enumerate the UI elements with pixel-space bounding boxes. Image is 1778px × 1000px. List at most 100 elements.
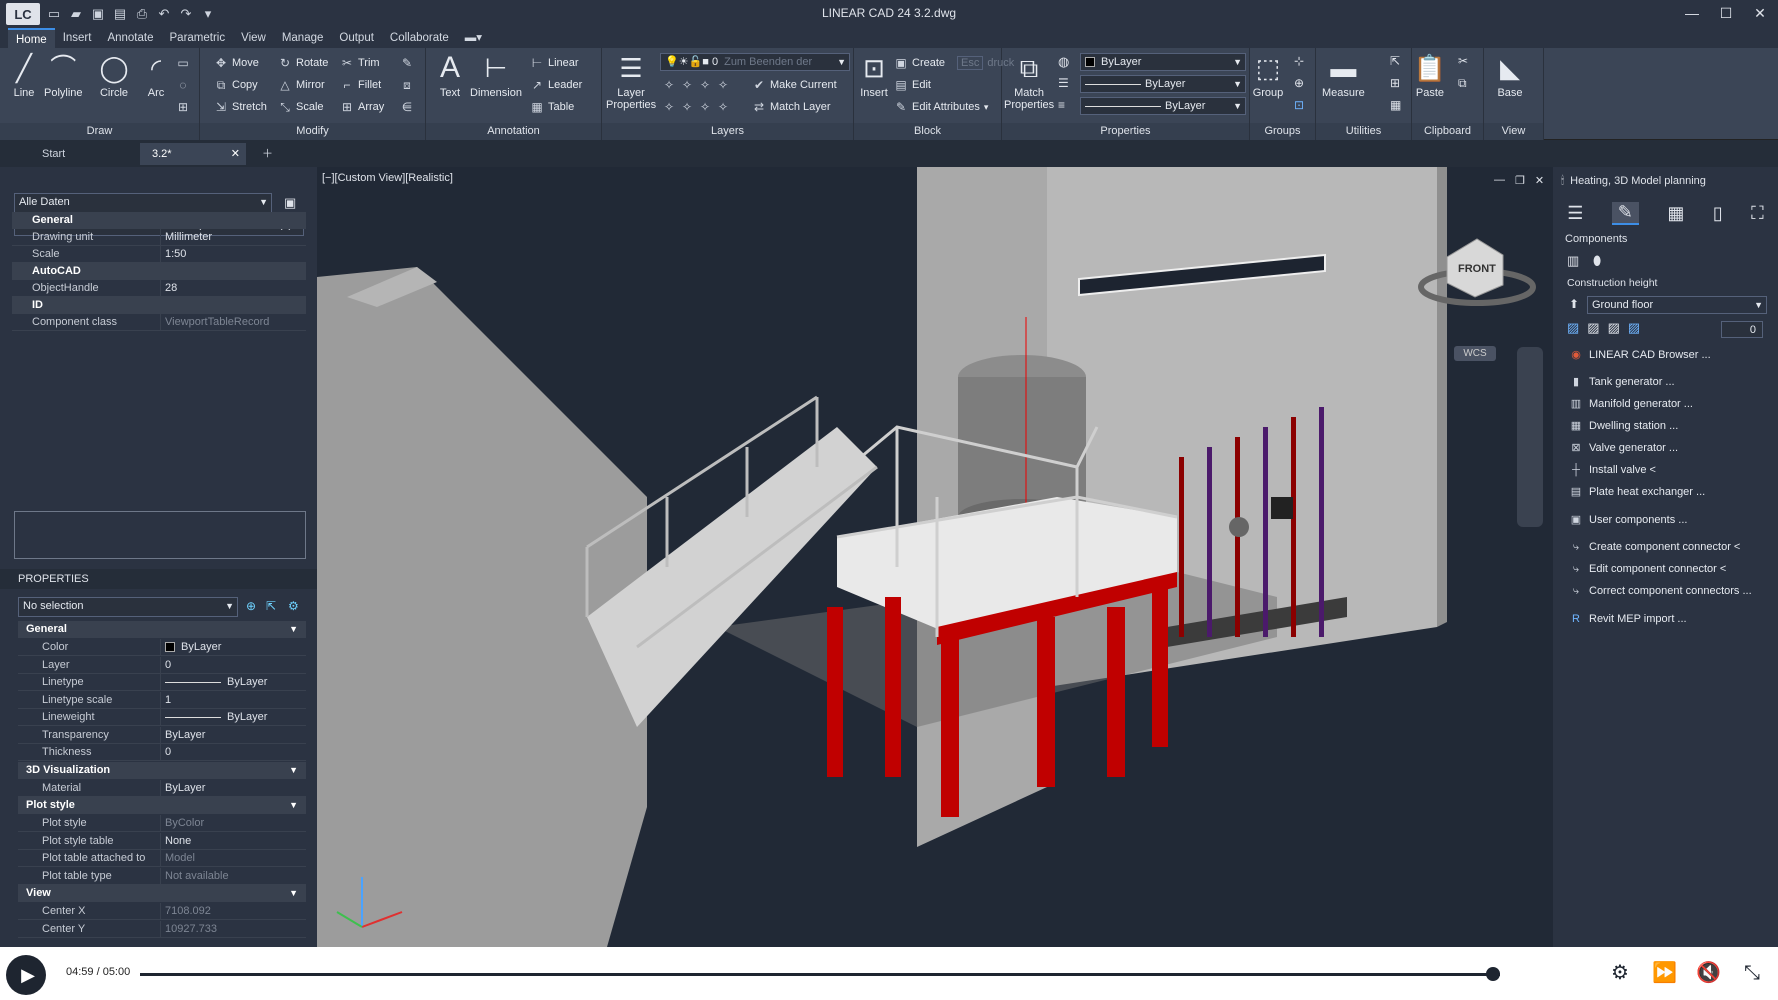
tab-home[interactable]: Home — [8, 28, 55, 48]
menu-icon[interactable]: ☰ — [1567, 203, 1583, 224]
base-button[interactable]: ◣ Base — [1494, 52, 1526, 99]
property-section-header[interactable]: AutoCAD — [12, 263, 306, 280]
group-select-icon[interactable]: ⊡ — [1294, 98, 1304, 112]
property-section-header[interactable]: 3D Visualization ▼ — [18, 761, 306, 779]
component-tool-item[interactable]: ▥ Manifold generator ... — [1569, 394, 1693, 414]
hatch-2-icon[interactable]: ▨ — [1587, 320, 1599, 336]
toggle-pickadd-icon[interactable]: ⊕ — [246, 599, 256, 613]
close-tab-icon[interactable]: ✕ — [231, 143, 240, 165]
rotate-button[interactable]: ↻ Rotate — [278, 54, 328, 72]
insert-button[interactable]: ⊡ Insert — [858, 52, 890, 99]
property-value[interactable]: 1:50 — [160, 246, 306, 263]
component-tool-item[interactable]: ▮ Tank generator ... — [1569, 372, 1675, 392]
edit-pencil-icon[interactable]: ✎ — [1611, 201, 1639, 225]
modify-panel-title[interactable]: Modify — [200, 123, 425, 140]
minimize-icon[interactable]: — — [1682, 3, 1702, 23]
property-value[interactable]: 0 — [160, 656, 306, 674]
table-button[interactable]: ▦ Table — [530, 98, 574, 116]
text-button[interactable]: A Text — [434, 52, 466, 100]
property-value[interactable]: ByColor — [160, 815, 306, 832]
property-value[interactable]: 1 — [160, 691, 306, 709]
quick-select-icon[interactable]: ⇱ — [1390, 54, 1400, 68]
linetype-combo[interactable]: ByLayer ▼ — [1080, 75, 1246, 93]
create-block-button[interactable]: ▣ Create Esc druck — [894, 54, 1014, 72]
component-tool-item[interactable]: ▤ Plate heat exchanger ... — [1569, 482, 1705, 502]
property-value[interactable]: None — [160, 832, 306, 850]
edit-attributes-button[interactable]: ✎ Edit Attributes ▾ — [894, 98, 988, 116]
property-section-header[interactable]: Plot style ▼ — [18, 797, 306, 814]
tab-collaborate[interactable]: Collaborate — [382, 28, 457, 48]
vp-restore-icon[interactable]: ❐ — [1515, 174, 1525, 187]
property-value[interactable]: 28 — [160, 280, 306, 297]
component-tool-item[interactable]: ┼ Install valve < — [1569, 460, 1656, 480]
property-value[interactable]: 10927.733 — [160, 920, 306, 938]
copy-button[interactable]: ⧉ Copy — [214, 76, 258, 94]
components-tag-icon[interactable]: ⬮ — [1593, 253, 1601, 269]
mirror-button[interactable]: △ Mirror — [278, 76, 324, 94]
hatch-4-icon[interactable]: ▨ — [1628, 320, 1640, 336]
floor-select[interactable]: Ground floor ▼ — [1587, 296, 1767, 314]
property-section-header[interactable]: View ▼ — [18, 885, 306, 902]
saveas-icon[interactable]: ▤ — [112, 6, 128, 22]
document-icon[interactable]: ▯ — [1713, 203, 1723, 224]
component-tool-item[interactable]: ▦ Dwelling station ... — [1569, 416, 1678, 436]
property-section-header[interactable]: General — [12, 212, 306, 229]
select-all-icon[interactable]: ⊞ — [1390, 76, 1400, 90]
new-icon[interactable]: ▭ — [46, 6, 62, 22]
selection-select[interactable]: No selection ▼ — [18, 597, 238, 617]
layer-tools-row-2[interactable]: ✧ ✧ ✧ ✧ — [662, 98, 730, 116]
color-wheel-icon[interactable]: ◍ — [1058, 54, 1069, 70]
circle-button[interactable]: ◯ Circle — [98, 52, 130, 99]
data-filter-select[interactable]: Alle Daten ▼ — [14, 193, 272, 213]
tab-insert[interactable]: Insert — [55, 28, 100, 48]
linetype-icon[interactable]: ☰ — [1058, 76, 1069, 90]
fullscreen-icon[interactable]: ⛶ — [1751, 203, 1764, 224]
scale-button[interactable]: ⤡ Scale — [278, 98, 323, 116]
property-section-header[interactable]: General ▼ — [18, 621, 306, 638]
redo-icon[interactable]: ↷ — [178, 6, 194, 22]
draw-panel-title[interactable]: Draw — [0, 123, 199, 140]
drawing-viewport[interactable] — [317, 167, 1553, 947]
view-cube-face[interactable]: FRONT — [1458, 263, 1496, 275]
property-value[interactable]: ByLayer — [160, 674, 306, 691]
new-tab-icon[interactable]: ＋ — [250, 143, 285, 165]
components-list-icon[interactable]: ▥ — [1567, 253, 1579, 269]
property-value[interactable]: Model — [160, 850, 306, 867]
hatch-1-icon[interactable]: ▨ — [1567, 320, 1579, 336]
match-properties-button[interactable]: ⧉ Match Properties — [1004, 52, 1054, 111]
app-logo[interactable]: LC — [6, 3, 40, 25]
quick-select-props-icon[interactable]: ⚙ — [288, 599, 299, 613]
select-objects-icon[interactable]: ⇱ — [266, 599, 276, 613]
speed-icon[interactable]: ⏩ — [1652, 961, 1677, 985]
color-combo[interactable]: ByLayer ▼ — [1080, 53, 1246, 71]
erase-icon[interactable]: ✎ — [400, 54, 414, 72]
open-icon[interactable]: ▰ — [68, 6, 84, 22]
dimension-button[interactable]: ⊢ Dimension — [470, 52, 522, 99]
clipboard-panel-title[interactable]: Clipboard — [1412, 123, 1483, 140]
layers-panel-title[interactable]: Layers — [602, 123, 853, 140]
component-tool-item[interactable]: R Revit MEP import ... — [1569, 609, 1687, 629]
component-tool-item[interactable]: ⤷ Correct component connectors ... — [1569, 581, 1752, 601]
undo-icon[interactable]: ↶ — [156, 6, 172, 22]
exit-fullscreen-icon[interactable]: ⤡ — [1740, 961, 1764, 985]
property-value[interactable]: ByLayer — [160, 709, 306, 726]
edit-block-button[interactable]: ▤ Edit — [894, 76, 931, 94]
property-value[interactable]: ByLayer — [160, 726, 306, 744]
utilities-panel-title[interactable]: Utilities — [1316, 123, 1411, 140]
property-value[interactable]: ViewportTableRecord — [160, 314, 306, 331]
play-button[interactable]: ▶ — [6, 955, 46, 995]
stretch-button[interactable]: ⇲ Stretch — [214, 98, 267, 116]
component-tool-item[interactable]: ⤷ Edit component connector < — [1569, 559, 1726, 579]
calculator-icon[interactable]: ▦ — [1390, 98, 1401, 112]
component-tool-item[interactable]: ⤷ Create component connector < — [1569, 537, 1740, 557]
tab-manage[interactable]: Manage — [274, 28, 332, 48]
wcs-menu[interactable]: WCS — [1454, 346, 1496, 361]
leader-button[interactable]: ↗ Leader — [530, 76, 582, 94]
print-icon[interactable]: ⎙ — [134, 6, 150, 22]
maximize-icon[interactable]: ☐ — [1716, 3, 1736, 23]
customize-icon[interactable]: ▾ — [200, 6, 216, 22]
vp-minimize-icon[interactable]: — — [1494, 174, 1505, 187]
line-button[interactable]: ╱ Line — [8, 52, 40, 99]
save-data-icon[interactable]: ▣ — [284, 195, 296, 211]
viewport-label[interactable]: [−][Custom View][Realistic] — [322, 172, 453, 184]
